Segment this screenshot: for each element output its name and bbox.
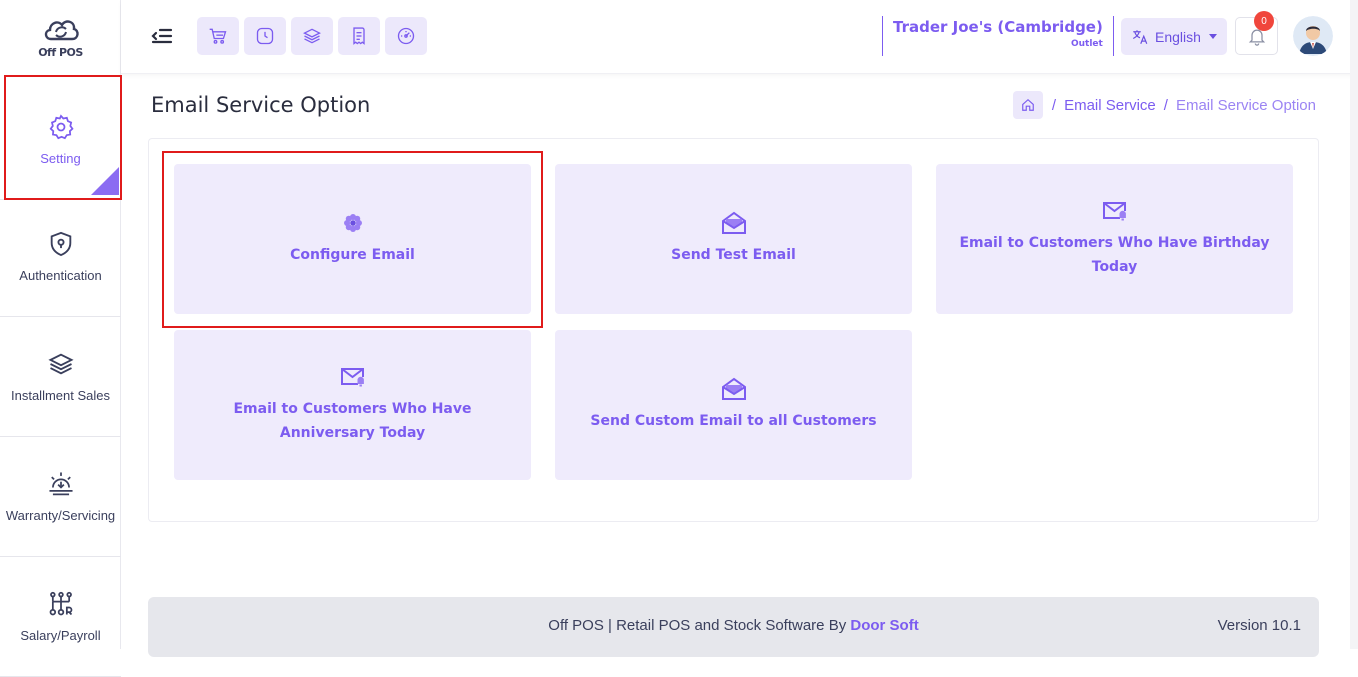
quick-history-button[interactable] <box>244 17 286 55</box>
service-icon <box>48 472 73 496</box>
language-dropdown[interactable]: English <box>1121 18 1227 55</box>
receipt-icon <box>353 27 365 45</box>
breadcrumb-separator: / <box>1163 96 1168 114</box>
tile-send-test-email[interactable]: Send Test Email <box>555 164 912 314</box>
tile-icon-wrap <box>721 211 747 235</box>
quick-dashboard-button[interactable] <box>385 17 427 55</box>
sidebar-item-setting[interactable]: Setting <box>0 80 121 200</box>
language-label: English <box>1155 28 1201 45</box>
sidebar-item-salary-payroll[interactable]: Salary/Payroll <box>0 557 121 677</box>
menu-toggle-button[interactable] <box>149 24 175 48</box>
cloud-sync-icon <box>44 20 79 41</box>
breadcrumb-link-email-service[interactable]: Email Service <box>1064 97 1156 114</box>
logo-text: Off POS <box>38 46 83 59</box>
tile-anniversary-email[interactable]: Email to Customers Who Have Anniversary … <box>174 330 531 480</box>
home-icon <box>1022 98 1034 111</box>
active-corner-marker <box>91 167 119 195</box>
sidebar-item-label: Authentication <box>19 268 102 283</box>
quick-stock-button[interactable] <box>291 17 333 55</box>
layers-icon <box>47 353 74 375</box>
tile-icon-wrap <box>342 211 364 235</box>
cart-icon <box>209 28 227 44</box>
footer-brand-link[interactable]: Door Soft <box>850 617 918 634</box>
tile-icon-wrap <box>340 365 366 389</box>
gear-icon <box>49 114 74 140</box>
tile-icon-wrap <box>1102 199 1128 223</box>
payroll-icon <box>49 591 72 616</box>
open-envelope-icon <box>721 377 746 400</box>
flower-gear-icon <box>343 214 362 232</box>
sidebar-item-label: Setting <box>40 151 81 166</box>
menu-collapse-icon <box>151 28 173 44</box>
tile-label: Email to Customers Who Have Birthday Tod… <box>959 235 1270 275</box>
top-bar: Trader Joe's (Cambridge) Outlet English … <box>121 0 1358 74</box>
breadcrumb-home-button[interactable] <box>1012 91 1043 119</box>
open-envelope-icon <box>721 211 746 234</box>
sidebar-item-authentication[interactable]: Authentication <box>0 197 121 317</box>
user-avatar[interactable] <box>1293 16 1333 56</box>
tile-birthday-email[interactable]: Email to Customers Who Have Birthday Tod… <box>936 164 1293 314</box>
quick-report-button[interactable] <box>338 17 380 55</box>
breadcrumb: / Email Service / Email Service Option <box>1012 91 1316 119</box>
tile-custom-email[interactable]: Send Custom Email to all Customers <box>555 330 912 480</box>
shield-icon <box>50 231 71 257</box>
tile-label: Send Test Email <box>671 247 796 263</box>
quick-pos-button[interactable] <box>197 17 239 55</box>
tile-icon-wrap <box>721 377 747 401</box>
footer: Off POS | Retail POS and Stock Software … <box>148 597 1319 657</box>
tile-label: Configure Email <box>290 247 415 263</box>
page-scrollbar[interactable] <box>1350 0 1358 649</box>
app-logo[interactable]: Off POS <box>0 0 121 74</box>
outlet-selector[interactable]: Trader Joe's (Cambridge) Outlet <box>882 16 1114 56</box>
sidebar-item-warranty-servicing[interactable]: Warranty/Servicing <box>0 437 121 557</box>
mail-alert-icon <box>1102 202 1126 221</box>
translate-icon <box>1132 29 1148 44</box>
page-title: Email Service Option <box>151 93 371 117</box>
tile-label: Send Custom Email to all Customers <box>590 413 877 429</box>
footer-text: Off POS | Retail POS and Stock Software … <box>548 617 847 634</box>
clock-icon <box>256 27 274 45</box>
chevron-down-icon <box>1208 34 1217 39</box>
sidebar: Off POS Setting Authentication Installme… <box>0 0 121 677</box>
sidebar-item-label: Installment Sales <box>11 388 110 403</box>
footer-credits: Off POS | Retail POS and Stock Software … <box>148 617 1319 634</box>
layers-icon <box>303 28 321 44</box>
user-avatar-image <box>1293 16 1333 56</box>
dashboard-icon <box>397 27 415 45</box>
footer-version: Version 10.1 <box>1217 617 1301 634</box>
breadcrumb-current: Email Service Option <box>1175 96 1316 114</box>
tile-configure-email[interactable]: Configure Email <box>174 164 531 314</box>
sidebar-item-label: Salary/Payroll <box>20 628 101 643</box>
outlet-name: Trader Joe's (Cambridge) <box>893 18 1103 36</box>
notification-count-badge: 0 <box>1254 11 1274 31</box>
sidebar-item-label: Warranty/Servicing <box>5 508 116 523</box>
sidebar-item-installment-sales[interactable]: Installment Sales <box>0 317 121 437</box>
outlet-label: Outlet <box>1070 39 1103 49</box>
tile-label: Email to Customers Who Have Anniversary … <box>233 401 472 441</box>
mail-alert-icon <box>340 368 364 387</box>
breadcrumb-separator: / <box>1051 96 1057 114</box>
